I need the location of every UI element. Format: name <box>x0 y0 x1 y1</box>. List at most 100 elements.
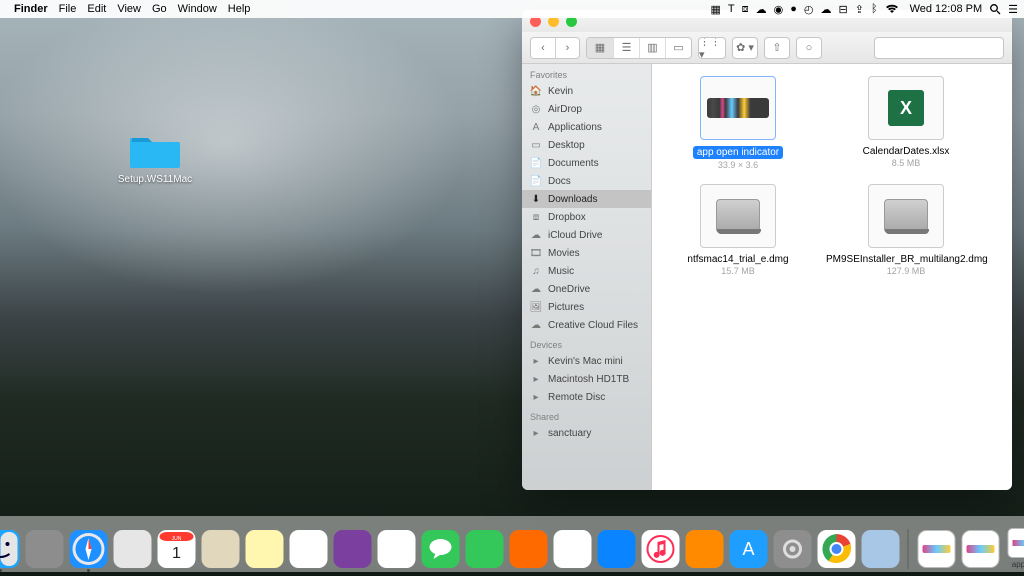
file-item[interactable]: XCalendarDates.xlsx8.5 MB <box>826 76 986 170</box>
menu-view[interactable]: View <box>117 3 141 15</box>
dock-app-safari[interactable] <box>68 528 109 569</box>
finder-toolbar: ‹ › ▦ ☰ ▥ ▭ ⋮⋮ ▾ ✿ ▾ ⇧ ○ <box>522 32 1012 64</box>
finder-window[interactable]: ‹ › ▦ ☰ ▥ ▭ ⋮⋮ ▾ ✿ ▾ ⇧ ○ Favorites 🏠Kevi… <box>522 10 1012 490</box>
wifi-menu-icon[interactable] <box>885 4 899 14</box>
menu-help[interactable]: Help <box>228 3 251 15</box>
nav-forward-button[interactable]: › <box>555 38 579 58</box>
view-coverflow-button[interactable]: ▭ <box>665 38 691 58</box>
sidebar-item-airdrop[interactable]: ◎AirDrop <box>522 100 651 118</box>
dock-app-todo[interactable] <box>508 528 549 569</box>
status-icon-9[interactable]: ⊟ <box>839 3 848 16</box>
svg-text:1: 1 <box>172 545 181 562</box>
desktop-folder[interactable]: Setup.WS11Mac <box>110 130 200 185</box>
dock-app-finder[interactable] <box>0 528 21 569</box>
notification-center-icon[interactable]: ☰ <box>1008 3 1018 16</box>
menu-window[interactable]: Window <box>178 3 217 15</box>
share-button[interactable]: ⇧ <box>764 37 790 59</box>
spotlight-icon[interactable] <box>989 3 1001 15</box>
dock-app-numbers[interactable] <box>552 528 593 569</box>
dock-minimized-min-2[interactable] <box>960 528 1001 569</box>
dock-app-windows-share[interactable] <box>860 528 901 569</box>
desktop-folder-label: Setup.WS11Mac <box>110 174 200 185</box>
dock-app-contacts[interactable] <box>200 528 241 569</box>
dock-app-launchpad[interactable] <box>24 528 65 569</box>
sidebar-icon: ▸ <box>530 355 542 367</box>
dock-app-chrome2[interactable] <box>816 528 857 569</box>
sidebar-item-dropbox[interactable]: ⧈Dropbox <box>522 208 651 226</box>
dropbox-menu-icon[interactable]: ⧈ <box>742 3 749 16</box>
dock-app-facetime[interactable] <box>464 528 505 569</box>
menubar-clock[interactable]: Wed 12:08 PM <box>910 3 983 15</box>
file-meta: 33.9 × 3.6 <box>658 160 818 170</box>
dock-app-reminders[interactable] <box>288 528 329 569</box>
file-item[interactable]: PM9SEInstaller_BR_multilang2.dmg127.9 MB <box>826 184 986 276</box>
sidebar-item-movies[interactable]: 🎞Movies <box>522 244 651 262</box>
dock-app-notes[interactable] <box>244 528 285 569</box>
sidebar-icon: 📄 <box>530 175 542 187</box>
sidebar-item-kevin-s-mac-mini[interactable]: ▸ Kevin's Mac mini <box>522 352 651 370</box>
sidebar-item-macintosh-hd1tb[interactable]: ▸Macintosh HD1TB <box>522 370 651 388</box>
dock-separator <box>908 529 909 569</box>
sidebar-item-docs[interactable]: 📄Docs <box>522 172 651 190</box>
arrange-button[interactable]: ⋮⋮ ▾ <box>699 38 725 58</box>
sidebar-icon: 📄 <box>530 157 542 169</box>
dock-app-ibooks[interactable] <box>684 528 725 569</box>
file-item[interactable]: ntfsmac14_trial_e.dmg15.7 MB <box>658 184 818 276</box>
sidebar-icon: ◎ <box>530 103 542 115</box>
menu-go[interactable]: Go <box>152 3 167 15</box>
menubar-app-name[interactable]: Finder <box>14 3 48 15</box>
dock-app-calendar[interactable]: JUN1 <box>156 528 197 569</box>
file-item[interactable]: app open indicator33.9 × 3.6 <box>658 76 818 170</box>
cloud-menu-icon[interactable]: ☁︎ <box>756 3 767 16</box>
sidebar-item-label: Music <box>548 266 574 277</box>
sidebar-item-creative-cloud-files[interactable]: ☁︎Creative Cloud Files <box>522 316 651 334</box>
sidebar-item-label: Remote Disc <box>548 392 605 403</box>
sidebar-item-documents[interactable]: 📄Documents <box>522 154 651 172</box>
sidebar-item-music[interactable]: ♫Music <box>522 262 651 280</box>
sidebar-item-desktop[interactable]: ▭Desktop <box>522 136 651 154</box>
sidebar-item-onedrive[interactable]: ☁︎OneDrive <box>522 280 651 298</box>
view-icons-button[interactable]: ▦ <box>587 38 613 58</box>
creative-cloud-menu-icon[interactable]: ☁︎ <box>821 3 832 16</box>
finder-search-input[interactable] <box>874 37 1004 59</box>
menu-edit[interactable]: Edit <box>87 3 106 15</box>
dock-app-sysprefs[interactable] <box>772 528 813 569</box>
dock-app-photos[interactable] <box>376 528 417 569</box>
status-icon-2[interactable]: T <box>728 3 735 15</box>
sidebar-item-label: Creative Cloud Files <box>548 320 638 331</box>
sidebar-item-pictures[interactable]: 🖼Pictures <box>522 298 651 316</box>
status-icon-5[interactable]: ◉ <box>774 3 784 16</box>
dock-app-mail[interactable] <box>112 528 153 569</box>
dock-app-appstore[interactable]: A <box>728 528 769 569</box>
dock-minimized-min-1[interactable] <box>916 528 957 569</box>
sidebar-item-label: Kevin's Mac mini <box>548 356 623 367</box>
status-icon-6[interactable]: ● <box>790 3 797 15</box>
status-icon-7[interactable]: ◴ <box>804 3 814 16</box>
view-columns-button[interactable]: ▥ <box>639 38 665 58</box>
dock-app-omnifocus[interactable] <box>332 528 373 569</box>
dock-app-messages[interactable] <box>420 528 461 569</box>
sidebar-icon: A <box>530 121 542 133</box>
sidebar-item-remote-disc[interactable]: ▸Remote Disc <box>522 388 651 406</box>
file-thumbnail <box>700 184 776 248</box>
sidebar-item-icloud-drive[interactable]: ☁︎iCloud Drive <box>522 226 651 244</box>
view-list-button[interactable]: ☰ <box>613 38 639 58</box>
menu-file[interactable]: File <box>59 3 77 15</box>
dock-app-itunes[interactable] <box>640 528 681 569</box>
status-icon-10[interactable]: ⇪ <box>855 3 864 16</box>
svg-text:A: A <box>742 539 754 559</box>
tags-button[interactable]: ○ <box>796 37 822 59</box>
sidebar-item-sanctuary[interactable]: ▸sanctuary <box>522 424 651 442</box>
dock-downloads-stack[interactable]: app op <box>1004 528 1024 569</box>
sidebar-item-applications[interactable]: AApplications <box>522 118 651 136</box>
sidebar-item-label: Kevin <box>548 86 573 97</box>
action-button[interactable]: ✿ ▾ <box>732 37 758 59</box>
sidebar-item-downloads[interactable]: ⬇︎Downloads <box>522 190 651 208</box>
finder-content[interactable]: app open indicator33.9 × 3.6XCalendarDat… <box>652 64 1012 490</box>
nav-back-button[interactable]: ‹ <box>531 38 555 58</box>
sidebar-item-kevin[interactable]: 🏠Kevin <box>522 82 651 100</box>
sidebar-item-label: Pictures <box>548 302 584 313</box>
dock-app-keynote[interactable] <box>596 528 637 569</box>
status-icon-1[interactable]: ▦ <box>711 3 721 16</box>
bluetooth-menu-icon[interactable]: ᛒ <box>871 3 878 15</box>
